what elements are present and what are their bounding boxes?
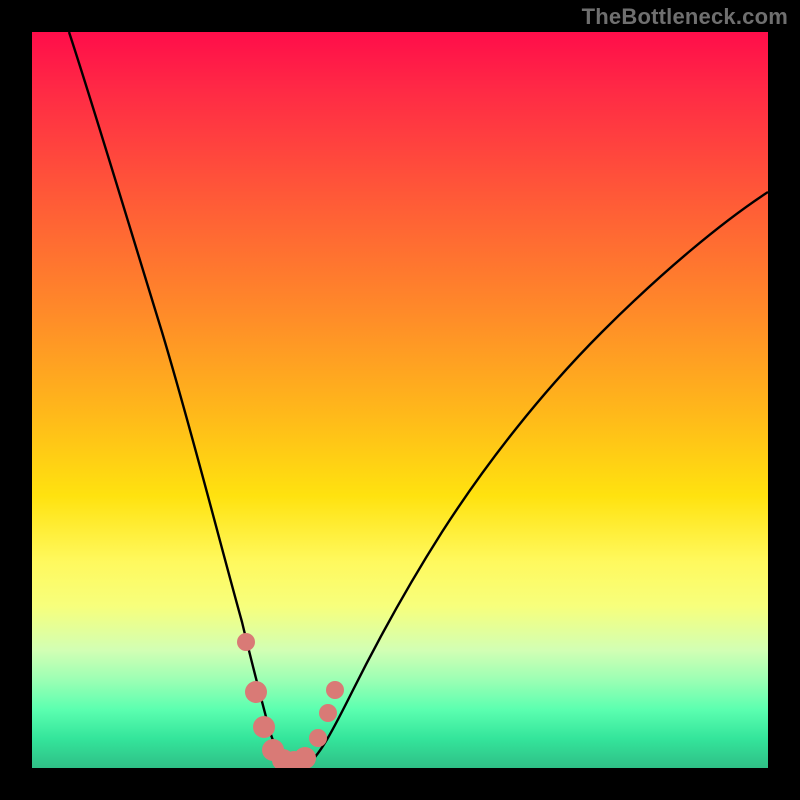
marker-layer <box>237 633 344 768</box>
bottleneck-curve-path <box>69 32 768 765</box>
curve-layer <box>69 32 768 765</box>
marker-dot <box>309 729 327 747</box>
marker-dot <box>253 716 275 738</box>
marker-dot <box>319 704 337 722</box>
marker-dot <box>294 747 316 768</box>
marker-dot <box>326 681 344 699</box>
watermark-text: TheBottleneck.com <box>582 4 788 30</box>
marker-dot <box>245 681 267 703</box>
bottleneck-chart-svg <box>32 32 768 768</box>
marker-dot <box>237 633 255 651</box>
chart-frame: TheBottleneck.com <box>0 0 800 800</box>
